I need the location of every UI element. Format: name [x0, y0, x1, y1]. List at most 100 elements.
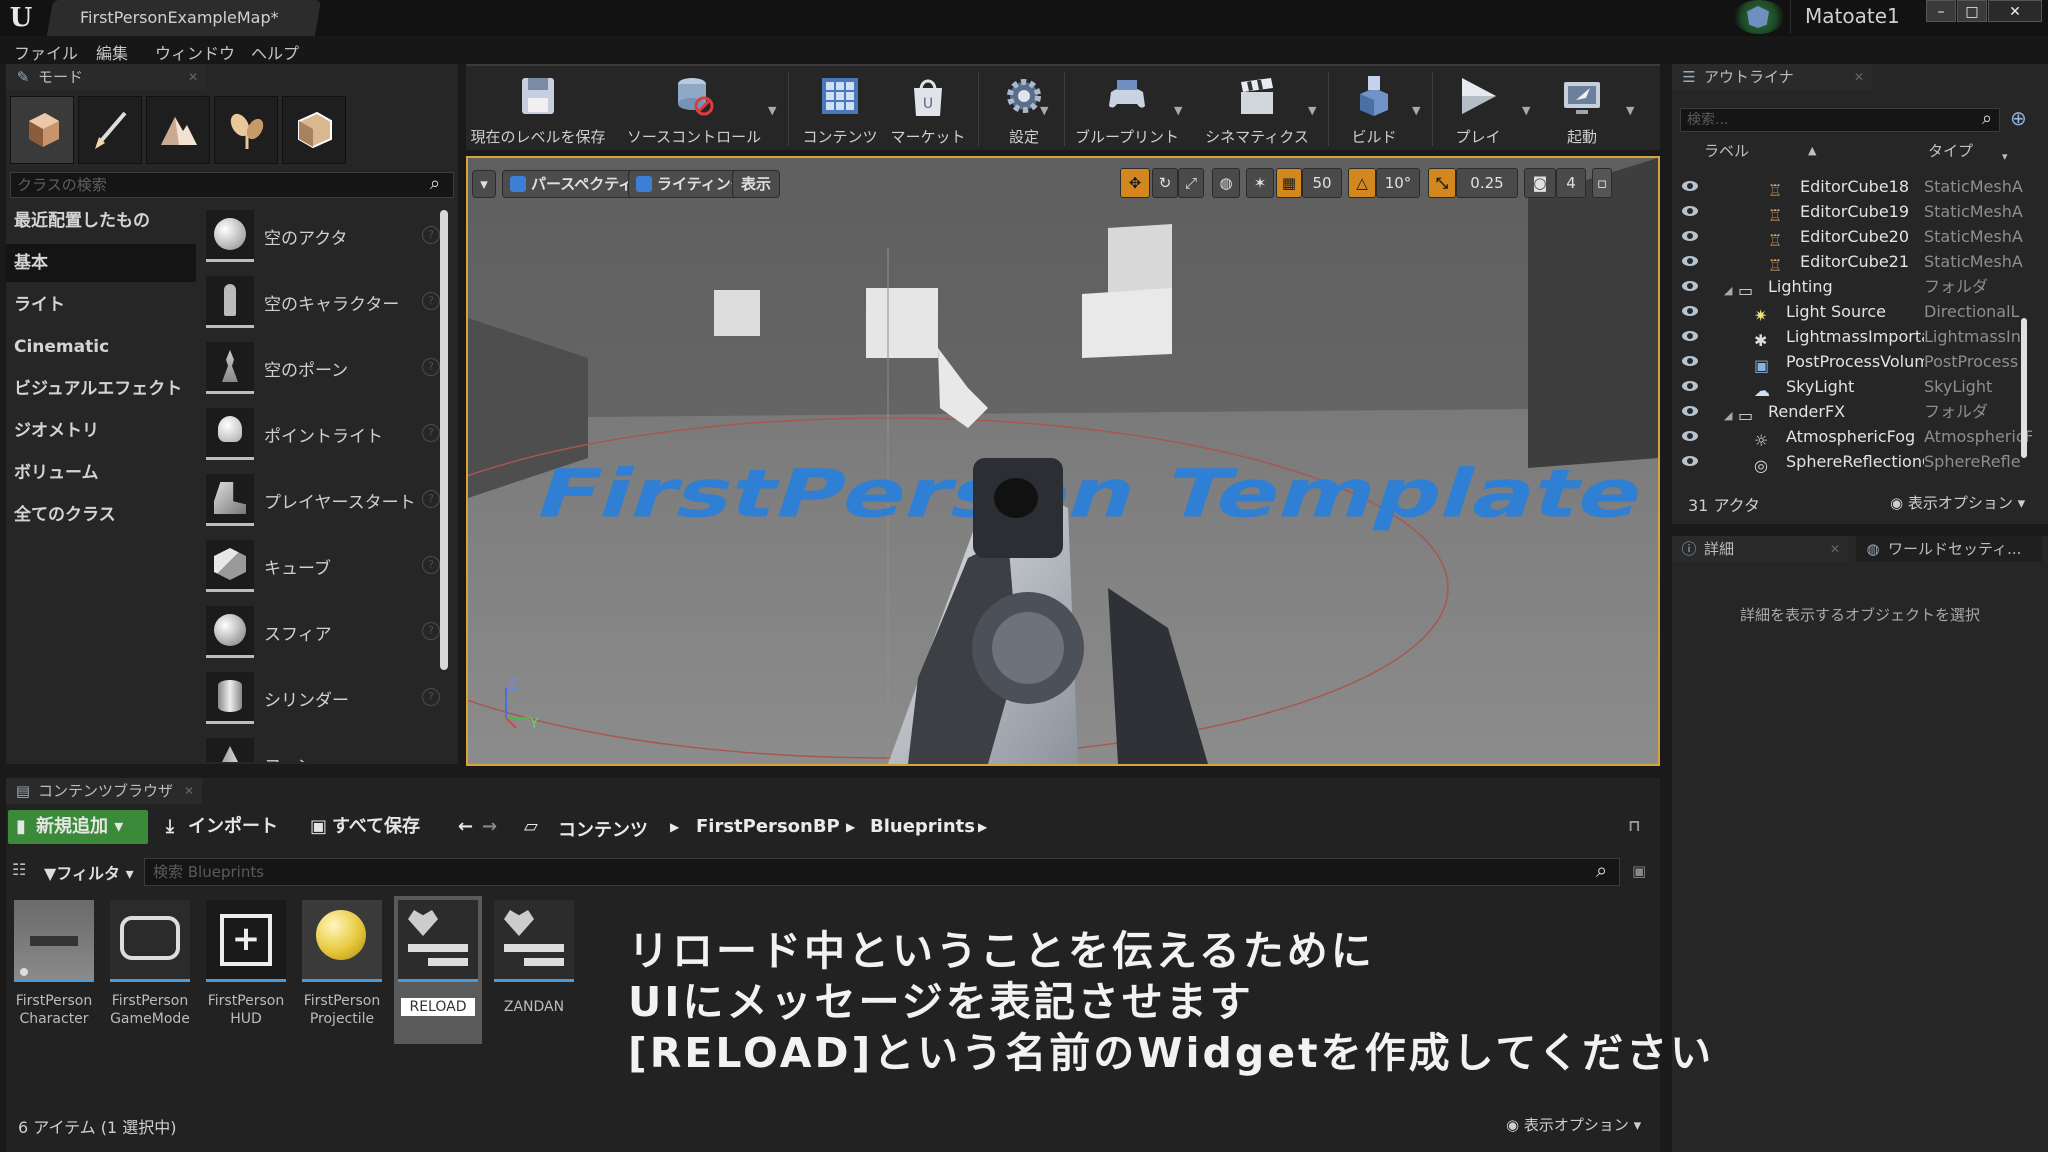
scale-snap-value[interactable]: 0.25 [1456, 168, 1518, 198]
outliner-search-input[interactable]: 検索... [1680, 108, 2000, 132]
column-type[interactable]: タイプ [1928, 138, 1973, 164]
close-tab-icon[interactable]: ✕ [1854, 64, 1864, 90]
help-icon[interactable]: ? [422, 292, 440, 310]
help-icon[interactable]: ? [422, 556, 440, 574]
level-viewport[interactable]: FirstPerson Template Z Y ▾ パースペクティブ ライティ… [466, 156, 1660, 766]
paint-mode-button[interactable] [78, 96, 142, 164]
help-icon[interactable]: ? [422, 226, 440, 244]
outliner-row[interactable]: ♖ EditorCube20 StaticMeshA [1672, 224, 2032, 250]
breadcrumb-firstpersonbp[interactable]: FirstPersonBP [696, 816, 840, 837]
blueprints-button[interactable]: ブループリント [1070, 74, 1184, 148]
tab-content-browser[interactable]: ▤ コンテンツブラウザ ✕ [6, 778, 202, 804]
placeable-player-start[interactable]: プレイヤースタート? [206, 470, 440, 530]
tab-details[interactable]: ⓘ 詳細 ✕ [1672, 536, 1848, 562]
outliner-row[interactable]: ◎ SphereReflectionC SphereRefle [1672, 449, 2032, 473]
scale-snap-toggle[interactable]: ⤡ [1428, 168, 1456, 198]
camera-speed-icon[interactable]: ◙ [1524, 168, 1556, 198]
outliner-scrollbar[interactable] [2021, 318, 2027, 458]
sort-ascending-icon[interactable]: ▲ [1808, 138, 1816, 164]
outliner-row[interactable]: ✱ LightmassImportal LightmassIn [1672, 324, 2032, 350]
tab-world-settings[interactable]: ◍ ワールドセッティ... [1856, 536, 2042, 562]
save-level-button[interactable]: 現在のレベルを保存 [470, 74, 606, 148]
landscape-mode-button[interactable] [146, 96, 210, 164]
search-icon[interactable]: ⌕ [1982, 108, 1992, 129]
grid-snap-toggle[interactable]: ▦ [1276, 168, 1302, 198]
source-control-dropdown-icon[interactable]: ▼ [768, 104, 776, 117]
settings-dropdown-icon[interactable]: ▼ [1040, 104, 1048, 117]
placeables-scrollbar[interactable] [440, 210, 448, 670]
outliner-row[interactable]: ♖ EditorCube21 StaticMeshA [1672, 249, 2032, 275]
import-button[interactable]: ⤓ インポート [164, 810, 278, 844]
maximize-icon[interactable]: □ [1957, 0, 1987, 22]
menu-file[interactable]: ファイル [14, 40, 78, 64]
play-dropdown-icon[interactable]: ▼ [1522, 104, 1530, 117]
breadcrumb-arrow-icon[interactable]: ▶ [846, 820, 855, 834]
visibility-eye-icon[interactable] [1682, 231, 1698, 241]
category-cinematic[interactable]: Cinematic [6, 328, 196, 366]
outliner-row[interactable]: ▣ PostProcessVolum PostProcess [1672, 349, 2032, 375]
source-control-button[interactable]: ソースコントロール [626, 74, 762, 148]
content-button[interactable]: コンテンツ [796, 74, 884, 148]
breadcrumb-arrow-icon[interactable]: ▶ [978, 820, 987, 834]
surface-snap-icon[interactable]: ✶ [1246, 168, 1274, 198]
marketplace-button[interactable]: U マーケット [884, 74, 972, 148]
filter-dropdown[interactable]: ▼フィルタ ▾ [44, 860, 134, 884]
content-view-options[interactable]: ◉ 表示オプション ▾ [1506, 1114, 1641, 1135]
folder-open-icon[interactable]: ▱ [524, 816, 538, 837]
close-icon[interactable]: ✕ [1988, 0, 2042, 22]
rotate-snap-value[interactable]: 10° [1376, 168, 1420, 198]
category-all-classes[interactable]: 全てのクラス [6, 496, 196, 534]
rotate-snap-toggle[interactable]: △ [1348, 168, 1376, 198]
placeable-empty-character[interactable]: 空のキャラクター? [206, 272, 440, 332]
category-basic[interactable]: 基本 [6, 244, 196, 282]
visibility-eye-icon[interactable] [1682, 256, 1698, 266]
launch-button[interactable]: 起動 [1542, 74, 1622, 148]
add-actor-icon[interactable]: ⊕ [2010, 106, 2027, 130]
user-avatar-icon[interactable] [1733, 0, 1785, 34]
placeable-empty-actor[interactable]: 空のアクタ? [206, 206, 440, 266]
asset-zandan-widget[interactable]: ZANDAN [490, 896, 578, 1044]
geometry-edit-mode-button[interactable] [282, 96, 346, 164]
outliner-folder-row[interactable]: ◢ ▭ RenderFX フォルダ [1672, 399, 2032, 425]
grid-snap-value[interactable]: 50 [1302, 168, 1342, 198]
rotate-tool-icon[interactable]: ↻ [1152, 168, 1178, 198]
translate-tool-icon[interactable]: ✥ [1120, 168, 1150, 198]
visibility-eye-icon[interactable] [1682, 306, 1698, 316]
camera-speed-value[interactable]: 4 [1556, 168, 1586, 198]
settings-button[interactable]: 設定 [986, 74, 1062, 148]
foliage-mode-button[interactable] [214, 96, 278, 164]
help-icon[interactable]: ? [422, 688, 440, 706]
minimize-icon[interactable]: – [1926, 0, 1956, 22]
placeable-empty-pawn[interactable]: 空のポーン? [206, 338, 440, 398]
breadcrumb-arrow-icon[interactable]: ▶ [670, 820, 679, 834]
scale-tool-icon[interactable]: ⤢ [1178, 168, 1204, 198]
outliner-row[interactable]: ☼ AtmosphericFog AtmosphericF [1672, 424, 2032, 450]
outliner-row[interactable]: ✷ Light Source DirectionalL [1672, 299, 2032, 325]
menu-help[interactable]: ヘルプ [251, 40, 299, 64]
lock-icon[interactable]: ⊓ [1628, 816, 1641, 835]
outliner-view-options[interactable]: ◉ 表示オプション ▾ [1890, 492, 2025, 513]
blueprints-dropdown-icon[interactable]: ▼ [1174, 104, 1182, 117]
asset-firstperson-character[interactable]: FirstPerson Character [10, 896, 98, 1044]
maximize-viewport-icon[interactable]: ▫ [1592, 168, 1612, 198]
viewport-options-dropdown[interactable]: ▾ [472, 170, 496, 198]
help-icon[interactable]: ? [422, 358, 440, 376]
visibility-eye-icon[interactable] [1682, 406, 1698, 416]
column-type-dropdown-icon[interactable]: ▾ [2002, 144, 2008, 170]
cinematics-dropdown-icon[interactable]: ▼ [1308, 104, 1316, 117]
category-lights[interactable]: ライト [6, 286, 196, 324]
back-arrow-icon[interactable]: ← [458, 816, 473, 837]
outliner-row[interactable]: ☁ SkyLight SkyLight [1672, 374, 2032, 400]
placeable-cube[interactable]: キューブ? [206, 536, 440, 596]
placeable-cylinder[interactable]: シリンダー? [206, 668, 440, 728]
help-icon[interactable]: ? [422, 490, 440, 508]
placeable-sphere[interactable]: スフィア? [206, 602, 440, 662]
save-all-button[interactable]: ▣ すべて保存 [308, 810, 420, 844]
world-local-icon[interactable]: ◍ [1212, 168, 1240, 198]
add-new-button[interactable]: ▮ 新規追加 ▾ [8, 810, 148, 844]
blueprints-search-input[interactable]: 検索 Blueprints [144, 858, 1620, 886]
build-dropdown-icon[interactable]: ▼ [1412, 104, 1420, 117]
show-dropdown[interactable]: 表示 [732, 170, 781, 198]
menu-window[interactable]: ウィンドウ [155, 40, 235, 64]
cinematics-button[interactable]: シネマティクス [1202, 74, 1312, 148]
